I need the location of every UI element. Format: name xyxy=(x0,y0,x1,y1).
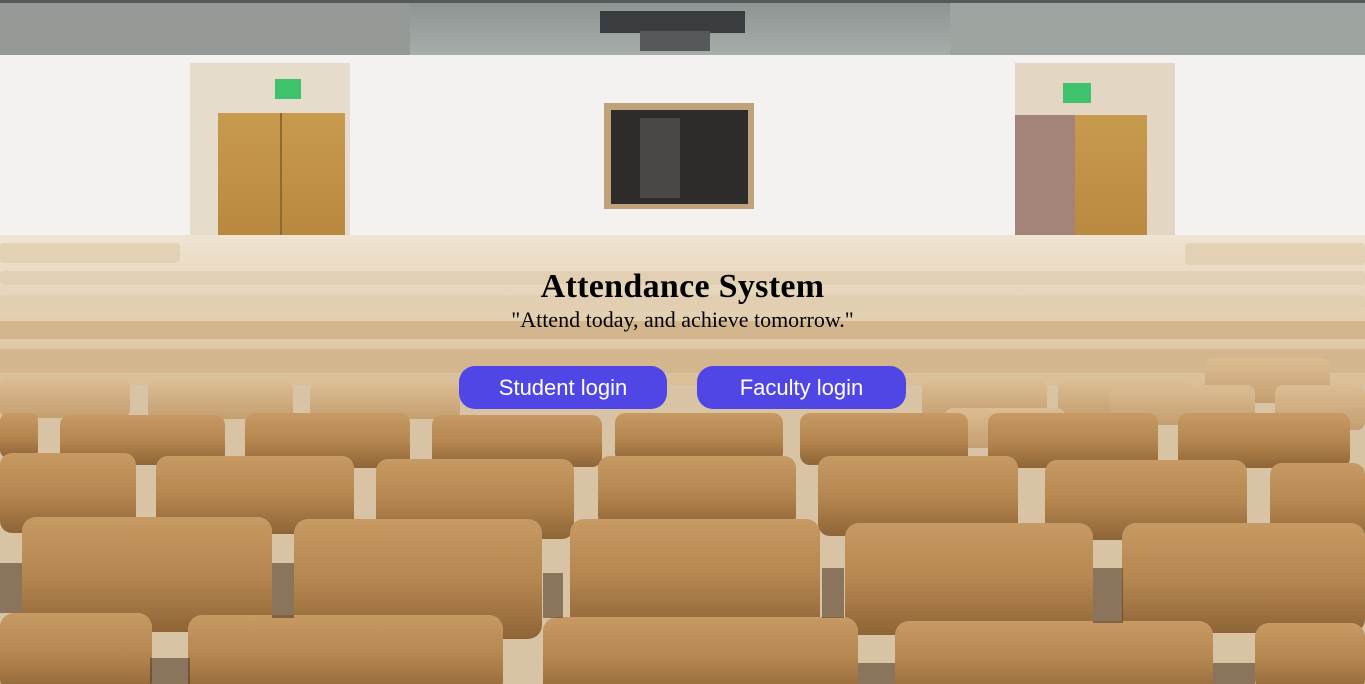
tagline: "Attend today, and achieve tomorrow." xyxy=(511,307,854,332)
hero-section: Attendance System "Attend today, and ach… xyxy=(0,268,1365,334)
student-login-button[interactable]: Student login xyxy=(459,366,667,409)
faculty-login-button[interactable]: Faculty login xyxy=(697,366,906,409)
page-title: Attendance System xyxy=(540,268,825,305)
background-lecture-hall-image xyxy=(0,0,1365,684)
login-button-group: Student login Faculty login xyxy=(0,366,1365,409)
